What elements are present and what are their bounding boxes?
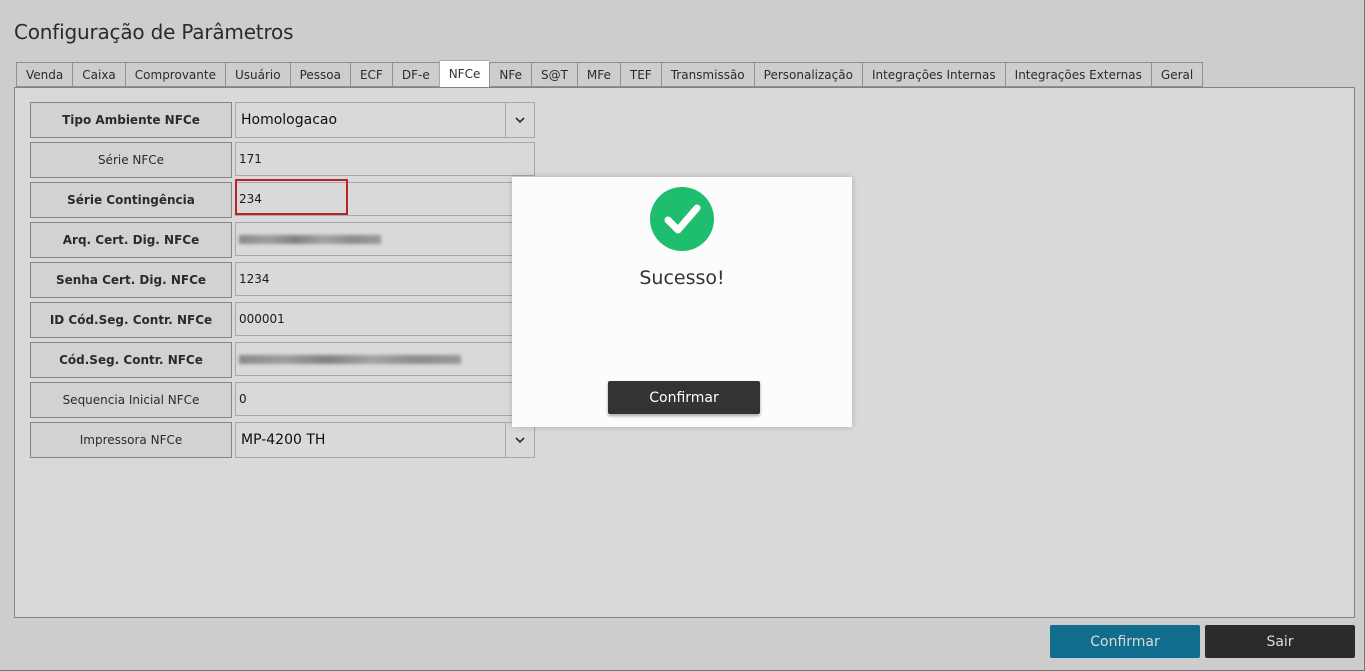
dialog-title: Sucesso! (639, 267, 725, 289)
dialog-confirm-button[interactable]: Confirmar (608, 381, 760, 414)
check-circle-icon (650, 187, 714, 251)
success-dialog: Sucesso! Confirmar (512, 177, 852, 427)
tab-nfce[interactable]: NFCe (438, 60, 490, 87)
